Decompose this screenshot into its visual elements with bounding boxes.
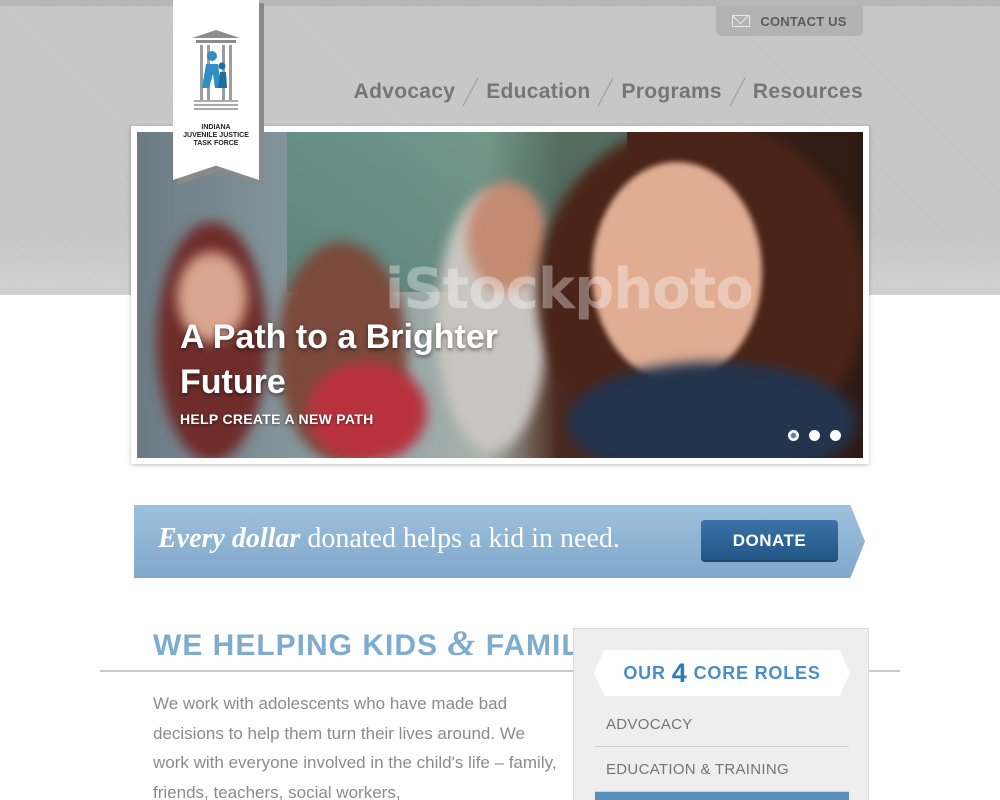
nav-separator xyxy=(598,77,614,107)
contact-us-link[interactable]: CONTACT US xyxy=(716,6,863,36)
section-heading: WE HELPING KIDS & FAMILIES xyxy=(153,623,633,663)
core-roles-title: OUR 4 CORE ROLES xyxy=(594,650,850,696)
core-roles-list: ADVOCACY EDUCATION & TRAINING xyxy=(595,702,849,800)
contact-us-label: CONTACT US xyxy=(760,13,847,29)
hero-subtitle-link[interactable]: HELP CREATE A NEW PATH xyxy=(180,411,374,427)
nav-advocacy[interactable]: Advocacy xyxy=(354,80,456,104)
site-logo[interactable]: INDIANA JUVENILE JUSTICE TASK FORCE xyxy=(173,0,259,180)
mail-icon xyxy=(732,15,751,27)
nav-education[interactable]: Education xyxy=(486,80,590,104)
courthouse-family-logo-icon xyxy=(192,30,240,110)
role-item-education-training[interactable]: EDUCATION & TRAINING xyxy=(595,747,849,792)
donate-emphasis: Every dollar xyxy=(158,523,301,554)
slide-dot-2[interactable] xyxy=(809,430,820,441)
donate-button[interactable]: DONATE xyxy=(701,520,838,562)
role-item-selected[interactable] xyxy=(595,792,849,800)
nav-separator xyxy=(729,77,746,107)
role-item-advocacy[interactable]: ADVOCACY xyxy=(595,702,849,747)
main-navigation: Advocacy Education Programs Resources xyxy=(354,76,863,108)
donate-message-text: donated helps a kid in need. xyxy=(300,523,620,554)
hero-title: A Path to a Brighter Future xyxy=(180,318,498,401)
hero-watermark: iStockphoto xyxy=(385,257,754,322)
logo-text: INDIANA JUVENILE JUSTICE TASK FORCE xyxy=(183,124,249,147)
slide-dot-3[interactable] xyxy=(830,430,841,441)
nav-separator xyxy=(462,77,479,107)
donate-message: Every dollar donated helps a kid in need… xyxy=(158,523,620,555)
donate-banner: Every dollar donated helps a kid in need… xyxy=(134,505,865,578)
intro-paragraph: We work with adolescents who have made b… xyxy=(153,694,557,800)
core-roles-panel: OUR 4 CORE ROLES ADVOCACY EDUCATION & TR… xyxy=(573,628,869,800)
hero-image: iStockphoto A Path to a Brighter Future … xyxy=(137,132,863,458)
nav-programs[interactable]: Programs xyxy=(621,80,721,104)
slider-pagination xyxy=(788,430,841,441)
nav-resources[interactable]: Resources xyxy=(753,80,863,104)
slide-dot-1[interactable] xyxy=(788,430,799,441)
